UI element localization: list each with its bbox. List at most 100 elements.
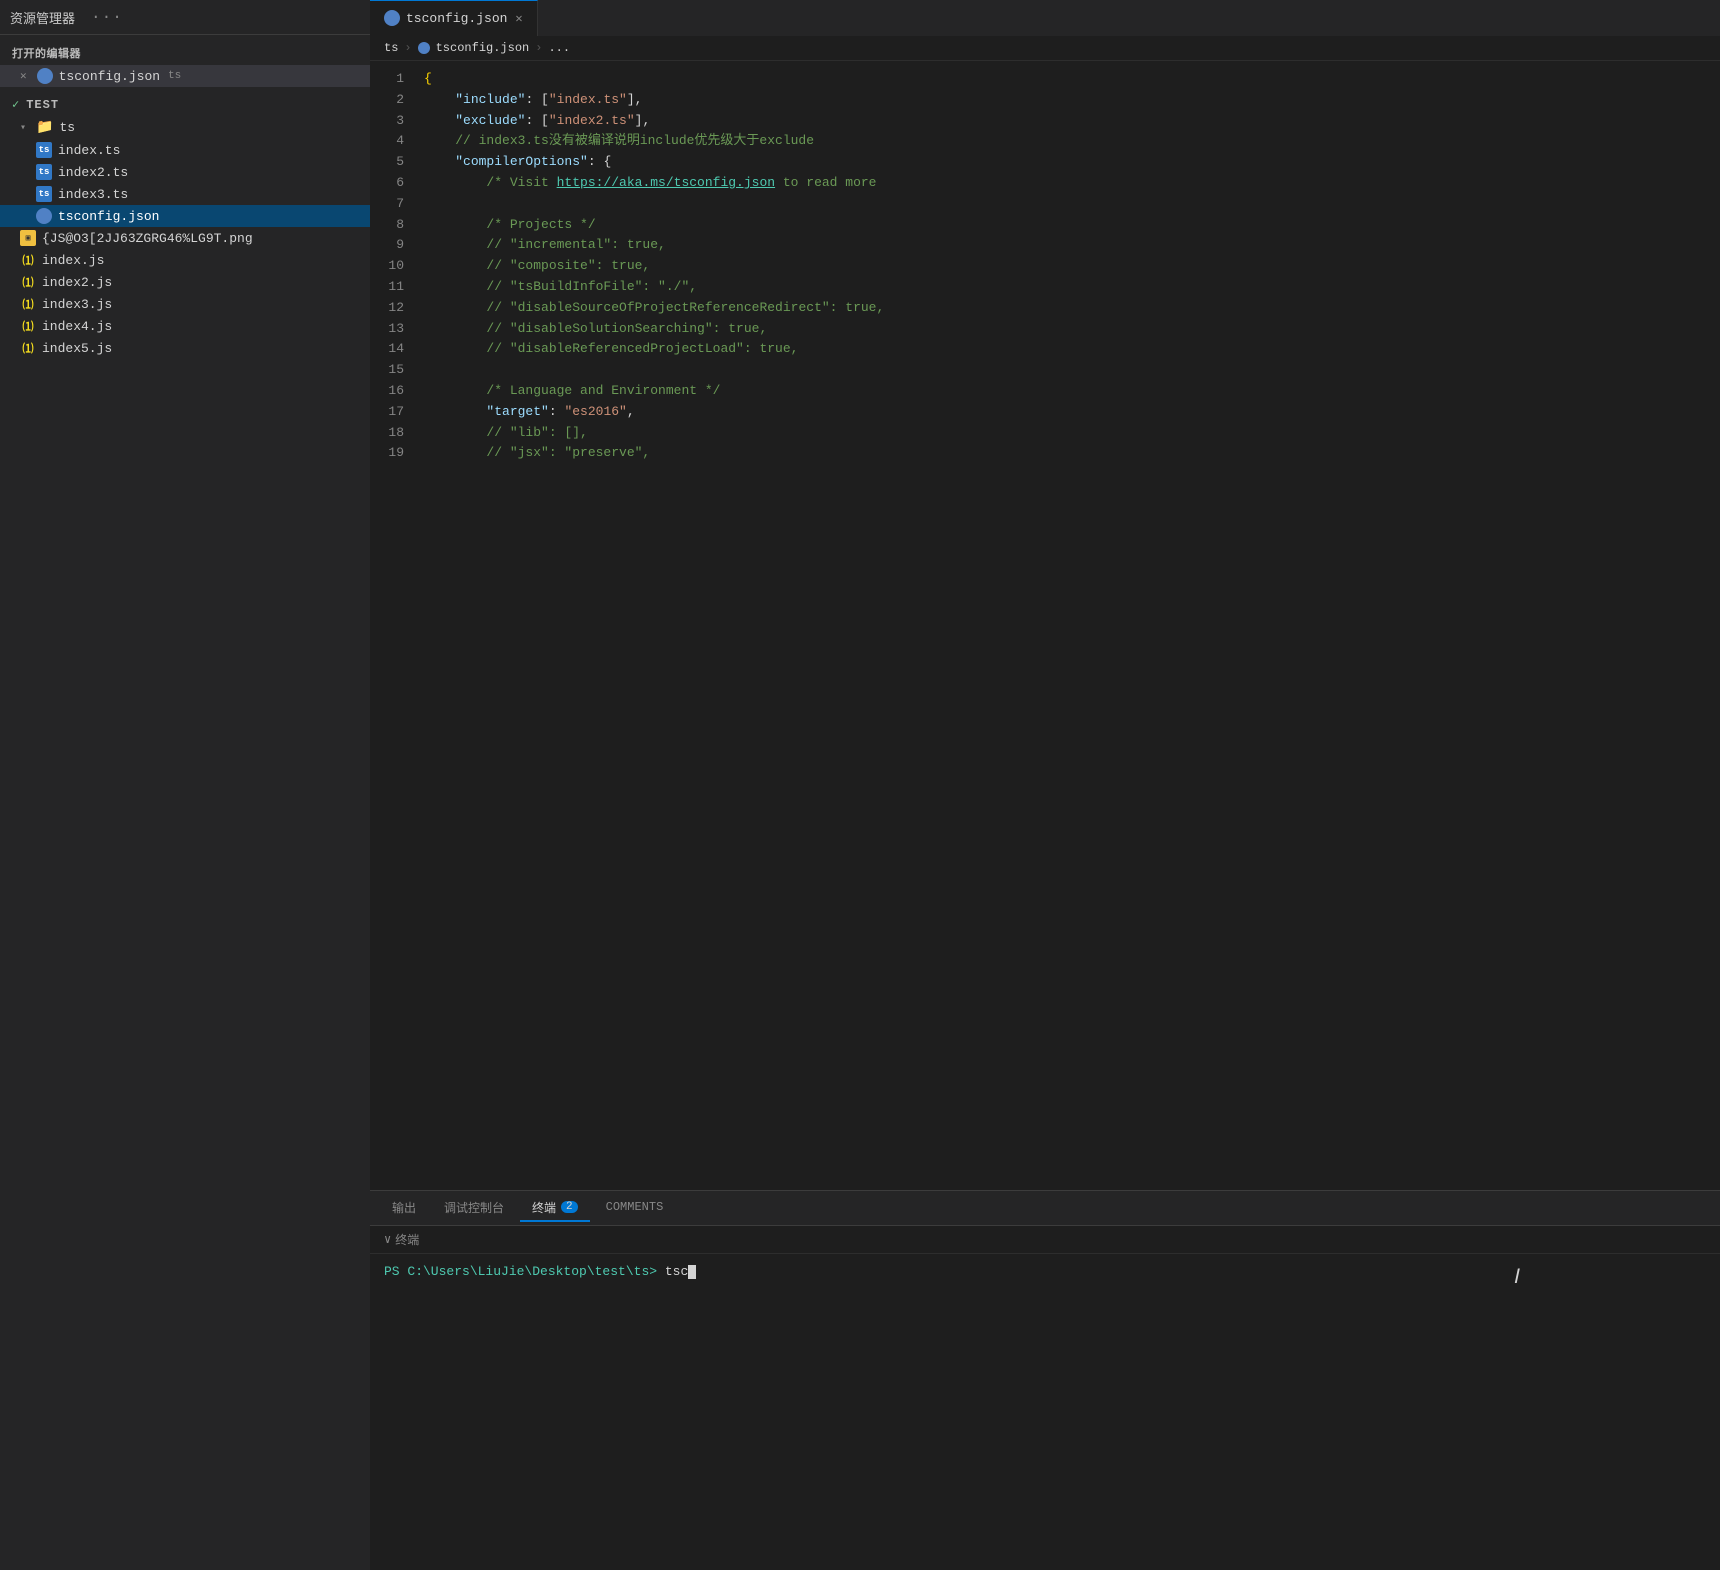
tab-terminal[interactable]: 终端 2 — [520, 1195, 590, 1222]
line-number: 8 — [370, 215, 420, 236]
breadcrumb-ts: ts — [384, 41, 398, 55]
line-number: 3 — [370, 111, 420, 132]
tree-item-index3-js[interactable]: ⑴ index3.js — [0, 293, 370, 315]
code-line: 10 // "composite": true, — [370, 256, 1720, 277]
tree-item-label: tsconfig.json — [58, 209, 159, 224]
line-number: 9 — [370, 235, 420, 256]
code-editor[interactable]: 1{2 "include": ["index.ts"],3 "exclude":… — [370, 61, 1720, 1190]
line-number: 14 — [370, 339, 420, 360]
cursor-indicator: 𝐼 — [1514, 1266, 1520, 1290]
tree-item-label: index4.js — [42, 319, 112, 334]
tree-item-label: {JS@O3[2JJ63ZGRG46%LG9T.png — [42, 231, 253, 246]
tree-root-test[interactable]: ✓ TEST — [0, 93, 370, 116]
editor-area: tsconfig.json ✕ ts › tsconfig.json › ...… — [370, 0, 1720, 1570]
breadcrumb-tsconfig: tsconfig.json — [436, 41, 530, 55]
line-number: 1 — [370, 69, 420, 90]
line-number: 10 — [370, 256, 420, 277]
tree-item-index5-js[interactable]: ⑴ index5.js — [0, 337, 370, 359]
tab-output[interactable]: 输出 — [380, 1195, 428, 1222]
tree-item-index2-ts[interactable]: ts index2.ts — [0, 161, 370, 183]
code-line: 4 // index3.ts没有被编译说明include优先级大于exclude — [370, 131, 1720, 152]
breadcrumb-json-icon — [418, 42, 430, 54]
tree-item-label: index.js — [42, 253, 104, 268]
line-number: 5 — [370, 152, 420, 173]
terminal-prompt: PS C:\Users\LiuJie\Desktop\test\ts> — [384, 1264, 657, 1279]
terminal-command: tsc — [657, 1264, 688, 1279]
line-content: // "tsBuildInfoFile": "./", — [420, 277, 1720, 298]
code-line: 6 /* Visit https://aka.ms/tsconfig.json … — [370, 173, 1720, 194]
terminal-tab-badge: 2 — [561, 1201, 578, 1213]
tree-item-index4-js[interactable]: ⑴ index4.js — [0, 315, 370, 337]
chevron-icon: ∨ — [384, 1232, 391, 1247]
open-editor-item[interactable]: ✕ tsconfig.json ts — [0, 65, 370, 87]
open-editors-label[interactable]: 打开的编辑器 — [0, 41, 370, 65]
terminal-panel: 输出 调试控制台 终端 2 COMMENTS ∨ 终端 P — [370, 1190, 1720, 1570]
breadcrumb-sep1: › — [404, 41, 411, 55]
code-line: 9 // "incremental": true, — [370, 235, 1720, 256]
line-content: /* Visit https://aka.ms/tsconfig.json to… — [420, 173, 1720, 194]
terminal-cursor — [688, 1265, 696, 1279]
terminal-tab-label: 终端 — [532, 1199, 556, 1216]
tab-close-icon[interactable]: ✕ — [515, 11, 522, 26]
panel-tabs: 输出 调试控制台 终端 2 COMMENTS — [370, 1191, 1720, 1226]
line-number: 17 — [370, 402, 420, 423]
code-line: 14 // "disableReferencedProjectLoad": tr… — [370, 339, 1720, 360]
tree-item-index2-js[interactable]: ⑴ index2.js — [0, 271, 370, 293]
js-icon: ⑴ — [20, 318, 36, 334]
terminal-body[interactable]: PS C:\Users\LiuJie\Desktop\test\ts> tsc … — [370, 1254, 1720, 1570]
tree-folder-ts[interactable]: ▾ 📁 ts — [0, 116, 370, 139]
line-content: "exclude": ["index2.ts"], — [420, 111, 1720, 132]
code-line: 1{ — [370, 69, 1720, 90]
line-content: // "disableSolutionSearching": true, — [420, 319, 1720, 340]
js-icon: ⑴ — [20, 340, 36, 356]
line-content: /* Language and Environment */ — [420, 381, 1720, 402]
line-content: { — [420, 69, 1720, 90]
tree-item-index-ts[interactable]: ts index.ts — [0, 139, 370, 161]
close-icon[interactable]: ✕ — [20, 69, 27, 83]
tree-item-png[interactable]: ▣ {JS@O3[2JJ63ZGRG46%LG9T.png — [0, 227, 370, 249]
line-number: 19 — [370, 443, 420, 464]
breadcrumb-sep2: › — [535, 41, 542, 55]
open-editor-filename: tsconfig.json — [59, 69, 160, 84]
line-number: 18 — [370, 423, 420, 444]
tab-label: tsconfig.json — [406, 11, 507, 26]
open-editors-section: 打开的编辑器 ✕ tsconfig.json ts — [0, 35, 370, 93]
png-icon: ▣ — [20, 230, 36, 246]
chevron-down-icon: ▾ — [20, 122, 30, 134]
line-content — [420, 194, 1720, 215]
tab-bar: tsconfig.json ✕ — [370, 0, 1720, 36]
line-content: // "lib": [], — [420, 423, 1720, 444]
code-line: 12 // "disableSourceOfProjectReferenceRe… — [370, 298, 1720, 319]
code-line: 11 // "tsBuildInfoFile": "./", — [370, 277, 1720, 298]
tab-tsconfig-json[interactable]: tsconfig.json ✕ — [370, 0, 538, 36]
tree-item-tsconfig-json[interactable]: tsconfig.json — [0, 205, 370, 227]
json-icon — [36, 208, 52, 224]
line-number: 2 — [370, 90, 420, 111]
code-line: 7 — [370, 194, 1720, 215]
tree-item-index-js[interactable]: ⑴ index.js — [0, 249, 370, 271]
json-tab-icon — [384, 10, 400, 26]
file-tree: ✓ TEST ▾ 📁 ts ts index.ts ts index2.ts t… — [0, 93, 370, 1570]
ts-icon: ts — [36, 164, 52, 180]
breadcrumb-dots: ... — [548, 41, 570, 55]
line-number: 11 — [370, 277, 420, 298]
line-number: 7 — [370, 194, 420, 215]
line-content: "include": ["index.ts"], — [420, 90, 1720, 111]
code-line: 17 "target": "es2016", — [370, 402, 1720, 423]
sidebar-dots[interactable]: ··· — [91, 8, 123, 26]
tree-item-label: index3.js — [42, 297, 112, 312]
debug-tab-label: 调试控制台 — [444, 1199, 504, 1216]
tree-item-label: index.ts — [58, 143, 120, 158]
code-line: 2 "include": ["index.ts"], — [370, 90, 1720, 111]
tab-debug-console[interactable]: 调试控制台 — [432, 1195, 516, 1222]
tab-comments[interactable]: COMMENTS — [594, 1196, 676, 1220]
tree-item-label: index2.ts — [58, 165, 128, 180]
line-content — [420, 360, 1720, 381]
line-content: // "incremental": true, — [420, 235, 1720, 256]
output-tab-label: 输出 — [392, 1199, 416, 1216]
line-content: // "composite": true, — [420, 256, 1720, 277]
code-line: 3 "exclude": ["index2.ts"], — [370, 111, 1720, 132]
tree-item-index3-ts[interactable]: ts index3.ts — [0, 183, 370, 205]
code-line: 16 /* Language and Environment */ — [370, 381, 1720, 402]
tree-item-label: index2.js — [42, 275, 112, 290]
